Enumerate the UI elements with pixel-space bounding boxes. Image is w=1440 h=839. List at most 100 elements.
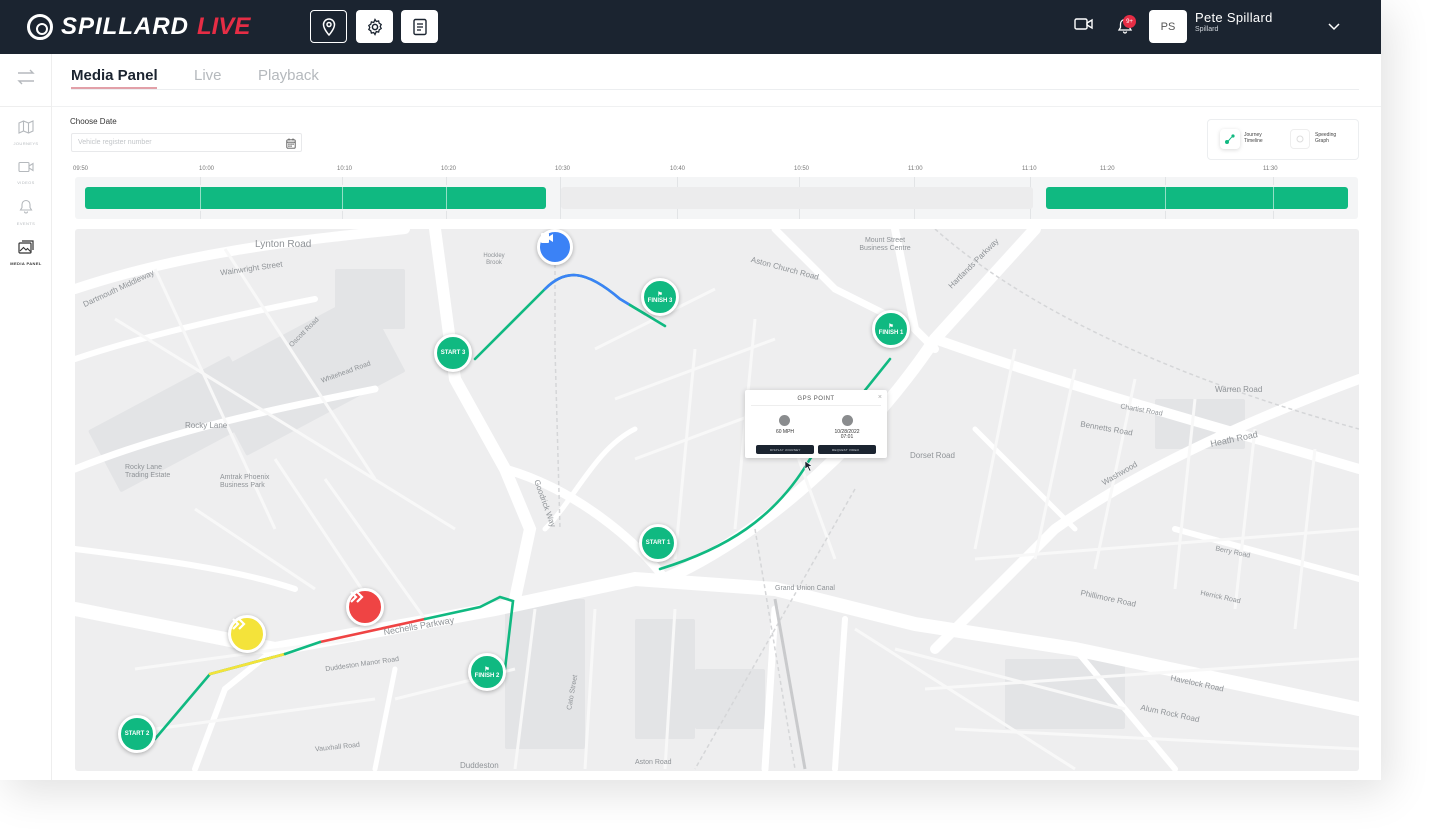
map-icon: [18, 120, 34, 134]
media-gallery-icon: [18, 240, 34, 254]
tick-label: 10:30: [555, 166, 571, 172]
start-1-marker[interactable]: START 1: [639, 524, 677, 562]
video-marker[interactable]: [537, 229, 573, 265]
speed-icon: [779, 415, 790, 426]
finish-2-marker[interactable]: ⚑ FINISH 2: [468, 653, 506, 691]
choose-date-label: Choose Date: [70, 117, 117, 126]
request-video-button[interactable]: REQUEST VIDEO: [818, 445, 876, 454]
warning-event-marker[interactable]: [228, 615, 266, 653]
timeline-journey-segment[interactable]: [85, 187, 546, 209]
tick-label: 10:20: [441, 166, 457, 172]
tab-media-panel[interactable]: Media Panel: [71, 67, 158, 84]
street-label: Rocky Lane Trading Estate: [125, 464, 171, 479]
finish-3-marker[interactable]: ⚑ FINISH 3: [641, 278, 679, 316]
reports-button[interactable]: [401, 10, 438, 43]
tick-label: 11:20: [1100, 166, 1115, 172]
marker-label: FINISH 1: [878, 329, 904, 336]
fast-forward-icon: [232, 618, 246, 630]
start-3-marker[interactable]: START 3: [434, 334, 472, 372]
map-roads: [75, 229, 1359, 771]
marker-label: FINISH 2: [474, 672, 500, 679]
calendar-icon[interactable]: [286, 136, 296, 154]
brand-logo[interactable]: SPILLARD LIVE: [27, 13, 250, 41]
timeline-mark: [200, 185, 201, 211]
journey-timeline-toggle[interactable]: [1220, 129, 1240, 149]
street-label: Warren Road: [1215, 385, 1263, 394]
timeline-idle-segment: [561, 187, 1033, 209]
timeline-mark: [342, 185, 343, 211]
sidebar-item-journeys[interactable]: JOURNEYS: [0, 120, 52, 146]
finish-1-marker[interactable]: ⚑ FINISH 1: [872, 310, 910, 348]
close-icon[interactable]: ×: [878, 394, 882, 401]
tab-playback[interactable]: Playback: [258, 67, 319, 84]
street-label: Grand Union Canal: [775, 585, 835, 592]
chevron-down-icon: [1328, 23, 1340, 31]
tick-label: 10:00: [199, 166, 215, 172]
finish-flag-icon: ⚑: [484, 666, 490, 673]
sidebar: JOURNEYS VIDEOS EVENTS MEDIA PANEL: [0, 54, 52, 780]
fast-forward-icon: [350, 591, 364, 603]
map-pin-icon: [322, 17, 335, 36]
popup-time: 07:01: [840, 434, 854, 440]
speeding-graph-label: Speeding Graph: [1315, 132, 1337, 144]
tick-label: 09:50: [73, 166, 89, 172]
swap-arrows-icon: [17, 69, 35, 85]
sidebar-item-label: MEDIA PANEL: [10, 261, 42, 266]
sidebar-item-events[interactable]: EVENTS: [0, 199, 52, 226]
user-name[interactable]: Pete Spillard: [1195, 10, 1273, 25]
date-input[interactable]: Vehicle register number: [71, 133, 302, 152]
popup-title: GPS POINT: [797, 396, 835, 402]
brand-live: LIVE: [197, 13, 251, 40]
street-label: Mount Street Business Centre: [859, 237, 911, 252]
timeline-mark: [1165, 185, 1166, 211]
settings-button[interactable]: [356, 10, 393, 43]
notification-badge: 9+: [1123, 15, 1136, 28]
timeline-mark: [446, 185, 447, 211]
street-label: Amtrak Phoenix Business Park: [220, 474, 270, 489]
popup-divider: [751, 405, 881, 406]
popup-speed: 60 MPH: [775, 429, 795, 435]
clock-icon: [842, 415, 853, 426]
map-view[interactable]: Lynton Road Wainwright Street Rocky Lane…: [75, 229, 1359, 771]
journey-icon: [1225, 134, 1235, 144]
user-org: Spillard: [1195, 26, 1219, 33]
avatar[interactable]: PS: [1149, 10, 1187, 43]
marker-label: FINISH 3: [647, 297, 673, 304]
sidebar-divider: [0, 106, 52, 107]
street-label: Rocky Lane: [185, 421, 228, 430]
sidebar-collapse-toggle[interactable]: [0, 68, 52, 91]
logo-icon: [27, 14, 53, 40]
user-menu-toggle[interactable]: [1328, 18, 1340, 36]
gear-icon: [367, 17, 382, 36]
sidebar-item-label: VIDEOS: [17, 180, 35, 185]
tick-label: 11:10: [1022, 166, 1037, 172]
tick-label: 10:40: [670, 166, 686, 172]
sidebar-item-videos[interactable]: VIDEOS: [0, 160, 52, 185]
finish-flag-icon: ⚑: [657, 291, 663, 298]
video-camera-button[interactable]: [1074, 17, 1094, 36]
location-button[interactable]: [310, 10, 347, 43]
speeding-event-marker[interactable]: [346, 588, 384, 626]
timeline-ticks: 09:50 10:00 10:10 10:20 10:30 10:40 10:5…: [70, 166, 1360, 176]
cursor-icon: [804, 460, 813, 472]
app-window: SPILLARD LIVE 9+ PS Pete Spillard Spilla…: [0, 0, 1381, 780]
start-2-marker[interactable]: START 2: [118, 715, 156, 753]
timeline-mark: [1273, 185, 1274, 211]
journey-timeline[interactable]: [75, 177, 1358, 219]
timeline-journey-segment[interactable]: [1046, 187, 1348, 209]
tick-label: 11:30: [1263, 166, 1278, 172]
sidebar-item-label: JOURNEYS: [13, 141, 39, 146]
speedometer-icon: [1296, 135, 1304, 143]
tick-label: 11:00: [908, 166, 923, 172]
tick-label: 10:50: [794, 166, 810, 172]
finish-flag-icon: ⚑: [888, 323, 894, 330]
tick-label: 10:10: [337, 166, 353, 172]
video-camera-icon: [1074, 18, 1093, 30]
street-label: Lynton Road: [255, 239, 312, 250]
video-camera-icon: [541, 233, 553, 243]
tab-live[interactable]: Live: [194, 67, 222, 84]
speeding-graph-toggle[interactable]: [1290, 129, 1310, 149]
sidebar-item-media-panel[interactable]: MEDIA PANEL: [0, 240, 52, 266]
section-divider: [52, 106, 1381, 107]
display-journey-button[interactable]: DISPLAY JOURNEY: [756, 445, 814, 454]
